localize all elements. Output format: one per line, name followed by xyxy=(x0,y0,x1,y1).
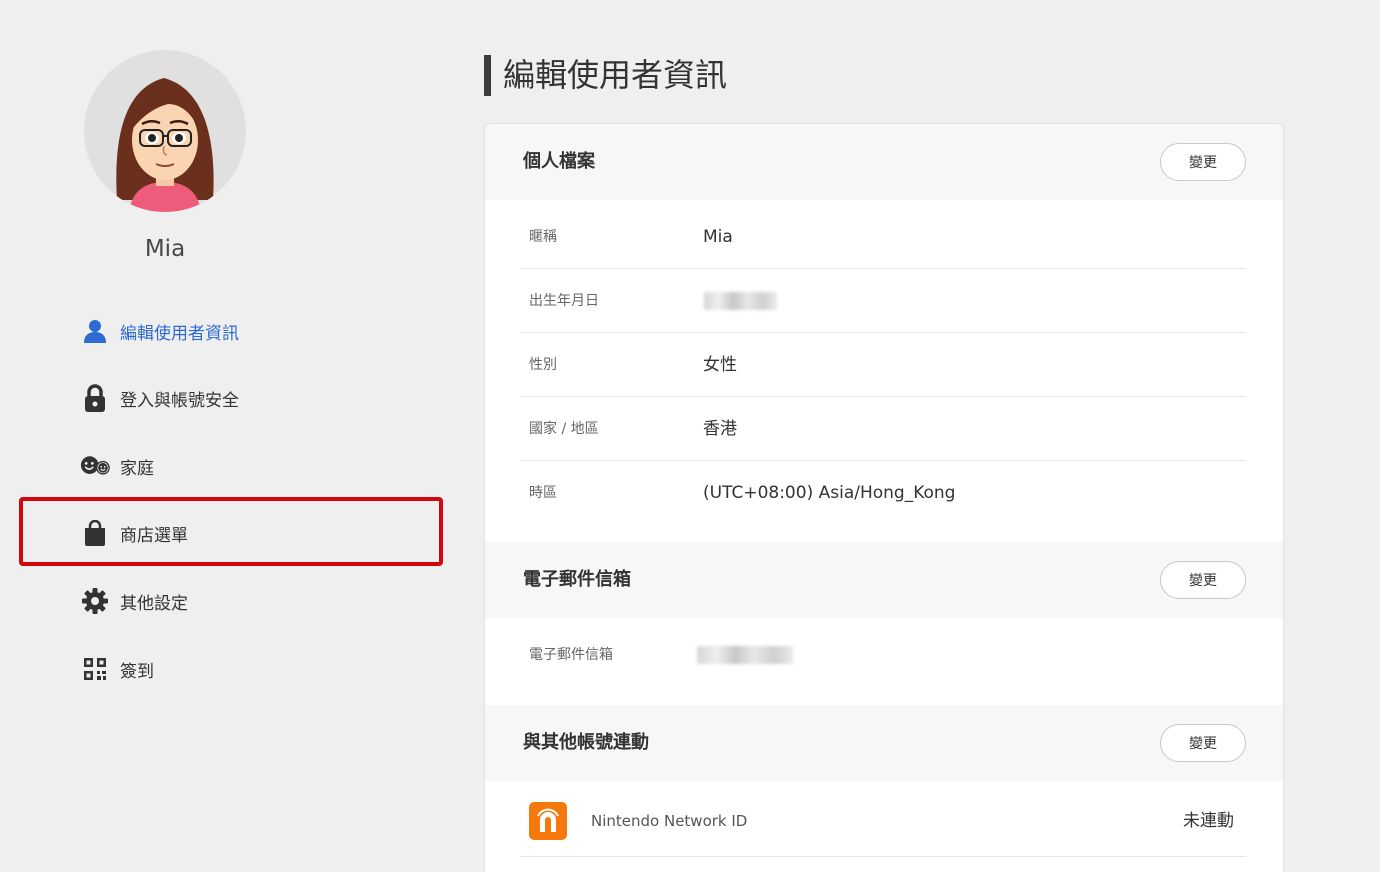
row-value: Mia xyxy=(703,227,733,247)
sidebar-item-family[interactable]: 家庭 xyxy=(80,446,154,486)
nnid-status: 未連動 xyxy=(1183,811,1234,831)
profile-row-country: 國家 / 地區 香港 xyxy=(521,397,1246,461)
sidebar-item-label: 登入與帳號安全 xyxy=(120,390,239,411)
highlight-box xyxy=(19,497,443,566)
row-label: 國家 / 地區 xyxy=(529,421,599,437)
settings-card: 個人檔案 變更 暱稱 Mia 出生年月日 性別 女性 國家 / 地區 香港 時區… xyxy=(484,123,1284,872)
family-icon xyxy=(80,451,110,481)
avatar xyxy=(84,50,246,212)
linked-section-header: 與其他帳號連動 變更 xyxy=(485,705,1283,781)
profile-row-nickname: 暱稱 Mia xyxy=(521,205,1246,269)
lock-icon xyxy=(80,383,110,413)
profile-change-button[interactable]: 變更 xyxy=(1160,143,1246,181)
sidebar-item-label: 編輯使用者資訊 xyxy=(120,323,239,344)
profile-section-title: 個人檔案 xyxy=(523,151,595,172)
sidebar-item-label: 簽到 xyxy=(120,661,154,682)
row-value: 女性 xyxy=(703,355,737,375)
row-value: 香港 xyxy=(703,419,737,439)
sidebar-item-login-security[interactable]: 登入與帳號安全 xyxy=(80,378,239,418)
nintendo-network-icon xyxy=(529,802,567,840)
row-label: 性別 xyxy=(529,357,557,373)
sidebar-item-edit-user-info[interactable]: 編輯使用者資訊 xyxy=(80,311,239,351)
user-icon xyxy=(80,316,110,346)
page-title: 編輯使用者資訊 xyxy=(484,55,727,96)
redacted-email xyxy=(697,646,793,664)
sidebar-item-other-settings[interactable]: 其他設定 xyxy=(80,581,188,621)
profile-row-birthday: 出生年月日 xyxy=(521,269,1246,333)
sidebar-item-check-in[interactable]: 簽到 xyxy=(80,649,154,689)
nnid-label: Nintendo Network ID xyxy=(591,812,748,830)
email-section-title: 電子郵件信箱 xyxy=(523,569,631,590)
redacted-birthday xyxy=(704,292,777,310)
row-label: 時區 xyxy=(529,485,557,501)
gear-icon xyxy=(80,586,110,616)
profile-row-timezone: 時區 (UTC+08:00) Asia/Hong_Kong xyxy=(521,461,1246,525)
profile-section-header: 個人檔案 變更 xyxy=(485,124,1283,200)
email-change-button[interactable]: 變更 xyxy=(1160,561,1246,599)
page: Mia 編輯使用者資訊 登入與帳號安全 家庭 商店選單 其他設定 簽到 編輯使用… xyxy=(0,0,1380,872)
nnid-row: Nintendo Network ID 未連動 xyxy=(521,780,1246,857)
linked-section-title: 與其他帳號連動 xyxy=(523,732,649,753)
row-label: 出生年月日 xyxy=(529,293,599,309)
email-row: 電子郵件信箱 xyxy=(521,623,1246,687)
email-section-header: 電子郵件信箱 變更 xyxy=(485,542,1283,618)
row-label: 暱稱 xyxy=(529,229,557,245)
qr-code-icon xyxy=(80,654,110,684)
sidebar-item-label: 其他設定 xyxy=(120,593,188,614)
sidebar-item-label: 家庭 xyxy=(120,458,154,479)
row-label: 電子郵件信箱 xyxy=(529,647,613,663)
username: Mia xyxy=(144,236,186,262)
linked-change-button[interactable]: 變更 xyxy=(1160,724,1246,762)
profile-row-gender: 性別 女性 xyxy=(521,333,1246,397)
row-value: (UTC+08:00) Asia/Hong_Kong xyxy=(703,483,956,503)
